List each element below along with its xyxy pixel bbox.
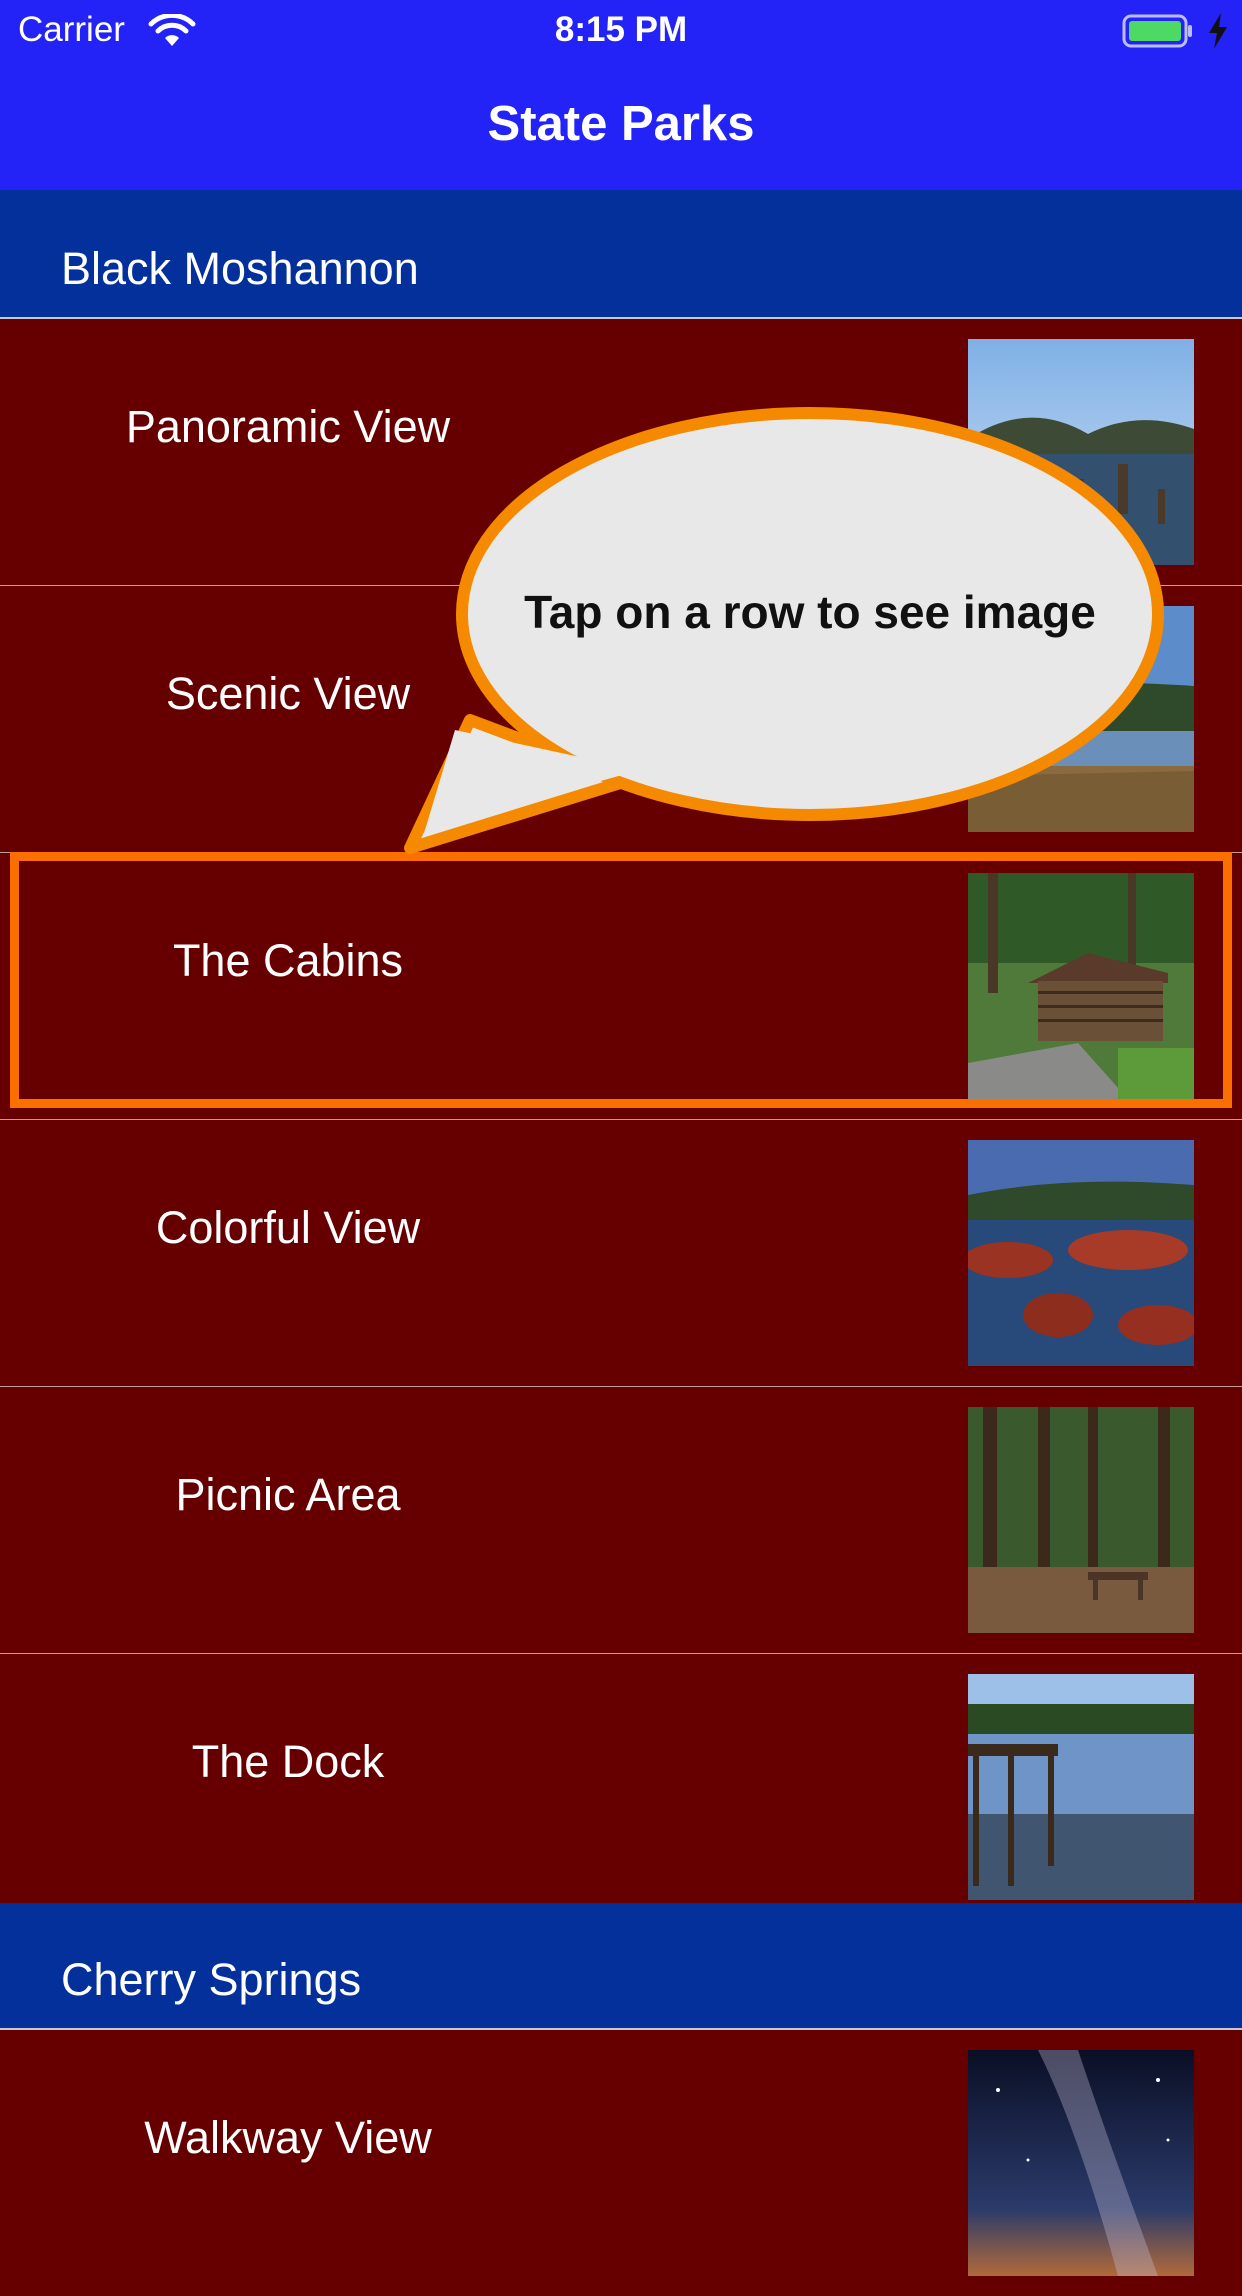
table-row[interactable]: The Dock [0,1654,1242,1922]
dock-lake-photo [968,1674,1194,1900]
section-header-label: Cherry Springs [61,1954,362,2005]
table-row[interactable]: Picnic Area [0,1387,1242,1655]
section-header-black-moshannon: Black Moshannon [0,190,1242,319]
red-bog-photo [968,1140,1194,1366]
table-row[interactable]: Walkway View [0,2030,1242,2296]
log-cabins-photo [968,873,1194,1099]
row-label: Walkway View [144,2112,432,2163]
row-label: The Cabins [172,935,404,986]
table-row[interactable]: Colorful View [0,1120,1242,1388]
row-label: The Dock [191,1736,385,1787]
row-label: Colorful View [155,1202,421,1253]
battery-icon [1122,14,1192,48]
marsh-lake-photo [968,606,1194,832]
status-bar: Carrier 8:15 PM [0,0,1242,62]
section-header-label: Black Moshannon [61,243,419,294]
lake-panorama-photo [968,339,1194,565]
charging-bolt-icon [1209,13,1227,49]
picnic-tables-photo [968,1407,1194,1633]
row-label: Panoramic View [125,401,451,452]
clock: 8:15 PM [554,10,688,49]
table-row[interactable]: Panoramic View [0,319,1242,587]
table-row[interactable]: The Cabins [0,853,1242,1121]
callout-text: Tap on a row to see image [524,586,1096,638]
row-label: Scenic View [165,668,411,719]
row-label: Picnic Area [175,1469,401,1520]
section-header-cherry-springs: Cherry Springs [0,1903,1242,2030]
navigation-bar: State Parks [0,62,1242,190]
page-title: State Parks [487,97,755,151]
milky-way-photo [968,2050,1194,2276]
